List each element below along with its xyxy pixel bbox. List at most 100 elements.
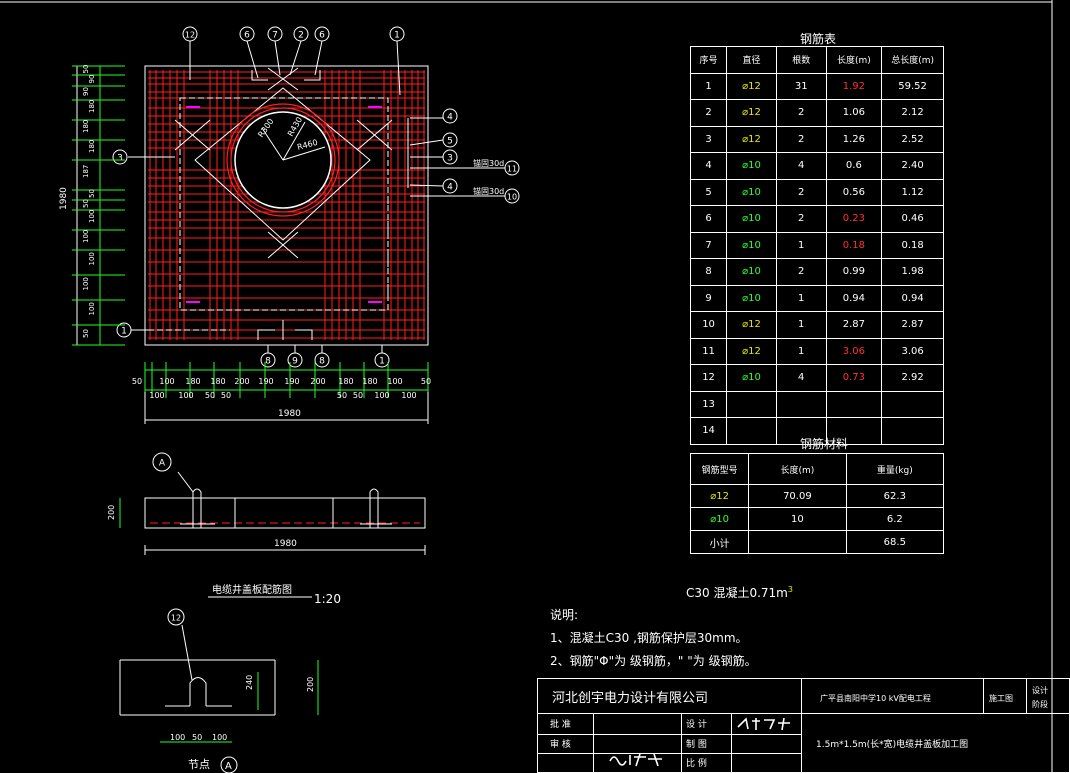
material-row: ⌀12 70.09 62.3: [689, 484, 945, 508]
left-dim-label: 100: [88, 210, 96, 223]
rebar-header: 总长度(m): [881, 46, 944, 74]
plan-view: R300 R430 R460: [130, 65, 429, 346]
rebar-cell-len: 0.6: [825, 152, 883, 180]
callout-bottom: 1: [379, 357, 385, 367]
rebar-cell-no: 3: [689, 125, 728, 153]
rebar-cell-total: 2.12: [881, 99, 944, 127]
material-cell-type: ⌀12: [689, 484, 750, 508]
bottom-dim-label-2: 50: [205, 391, 215, 400]
section-height-dim: 200: [107, 505, 116, 520]
left-dim-label: 180: [82, 120, 90, 133]
material-header: 重量(kg): [845, 453, 945, 485]
bottom-total-dim: 1980: [278, 409, 301, 419]
left-dim-label: 180: [88, 100, 96, 113]
bottom-dim-label-2: 50: [221, 391, 231, 400]
rebar-table-title: 钢筋表: [800, 32, 837, 46]
rebar-cell-len: 0.99: [825, 258, 883, 286]
rebar-row: 9 ⌀10 1 0.94 0.94: [689, 284, 944, 312]
rebar-cell-dia: ⌀12: [726, 72, 777, 100]
left-dim-label: 100: [82, 277, 90, 290]
rebar-cell-len: [825, 390, 883, 418]
bottom-dim-label: 190: [284, 377, 299, 386]
material-cell-len: 10: [748, 507, 847, 531]
bottom-dim-label: 50: [421, 377, 431, 386]
callout-bottom: 8: [319, 357, 325, 367]
bottom-dim-label: 180: [185, 377, 200, 386]
rebar-cell-len: 1.06: [825, 99, 883, 127]
stage2-a: 设计: [1032, 686, 1048, 695]
node-label-callout: A: [225, 761, 232, 772]
rebar-row: 3 ⌀12 2 1.26 2.52: [689, 125, 944, 153]
node-dim-2: 50: [192, 733, 202, 742]
rebar-cell-dia: [726, 390, 777, 418]
material-cell-wt: 62.3: [845, 484, 945, 508]
rebar-cell-no: 10: [689, 311, 728, 339]
rebar-cell-no: 7: [689, 231, 728, 259]
left-dim-label: 187: [82, 165, 90, 178]
left-dim-label: 180: [88, 140, 96, 153]
plan-callouts: [128, 40, 505, 353]
node-dim-3: 100: [212, 733, 227, 742]
material-cell-wt: 68.5: [845, 530, 945, 554]
left-dim-label: 90: [82, 87, 90, 96]
bottom-dim-label-2: 50: [337, 391, 347, 400]
notes-heading: 说明:: [550, 608, 579, 622]
rebar-cell-dia: ⌀12: [726, 99, 777, 127]
rebar-cell-total: 1.12: [881, 178, 944, 206]
bottom-dim-label: 200: [310, 377, 325, 386]
callout-node: 12: [171, 614, 181, 623]
approve-label: 批 准: [550, 720, 571, 730]
material-header: 钢筋型号: [689, 453, 750, 485]
rebar-cell-len: 1.26: [825, 125, 883, 153]
material-cell-type: 小计: [689, 530, 750, 554]
rebar-cell-dia: ⌀10: [726, 152, 777, 180]
rebar-cell-dia: ⌀10: [726, 364, 777, 392]
node-dim-240: 240: [245, 675, 254, 690]
callout-top: 2: [298, 31, 304, 41]
node-dim-1: 100: [170, 733, 185, 742]
rebar-cell-no: 4: [689, 152, 728, 180]
rebar-cell-total: 2.87: [881, 311, 944, 339]
material-header: 长度(m): [748, 453, 847, 485]
rebar-cell-dia: ⌀10: [726, 284, 777, 312]
bottom-dim-label-2: 100: [374, 391, 389, 400]
rebar-cell-dia: ⌀10: [726, 205, 777, 233]
rebar-row: 4 ⌀10 4 0.6 2.40: [689, 152, 944, 180]
left-dim-label: 100: [82, 230, 90, 243]
bottom-dim-label-2: 50: [353, 391, 363, 400]
rebar-cell-total: 0.46: [881, 205, 944, 233]
rebar-header: 直径: [726, 46, 777, 74]
rebar-cell-cnt: 1: [775, 337, 827, 365]
material-cell-wt: 6.2: [845, 507, 945, 531]
material-cell-type: ⌀10: [689, 507, 750, 531]
rebar-cell-cnt: 2: [775, 258, 827, 286]
rebar-cell-total: 3.06: [881, 337, 944, 365]
rebar-cell-len: 3.06: [825, 337, 883, 365]
left-dimension: 509090180180180187505010010010010010050 …: [59, 65, 125, 346]
stage2-b: 阶段: [1032, 700, 1048, 709]
rebar-cell-total: [881, 417, 944, 445]
rebar-cell-no: 13: [689, 390, 728, 418]
callout-anchor: 10: [507, 193, 517, 202]
material-cell-len: 70.09: [748, 484, 847, 508]
material-row: ⌀10 10 6.2: [689, 507, 945, 531]
bottom-dim-label: 100: [159, 377, 174, 386]
rebar-row: 5 ⌀10 2 0.56 1.12: [689, 178, 944, 206]
material-cell-len: [748, 530, 847, 554]
rebar-cell-no: 6: [689, 205, 728, 233]
bottom-dim-label: 180: [362, 377, 377, 386]
rebar-cell-cnt: [775, 390, 827, 418]
left-dim-label: 90: [88, 75, 96, 84]
rebar-cell-no: 1: [689, 72, 728, 100]
rebar-cell-no: 9: [689, 284, 728, 312]
left-dim-label: 100: [88, 302, 96, 315]
rebar-cell-no: 14: [689, 417, 728, 445]
rebar-cell-cnt: 2: [775, 205, 827, 233]
rebar-cell-len: 0.56: [825, 178, 883, 206]
material-table: 钢筋型号 长度(m) 重量(kg) ⌀12 70.09 62.3 ⌀10 10 6.2 小计…: [689, 453, 945, 554]
rebar-cell-total: 2.40: [881, 152, 944, 180]
callout-left: 1: [121, 327, 127, 337]
rebar-cell-no: 2: [689, 99, 728, 127]
left-dim-label: 50: [88, 189, 96, 198]
rebar-cell-no: 5: [689, 178, 728, 206]
